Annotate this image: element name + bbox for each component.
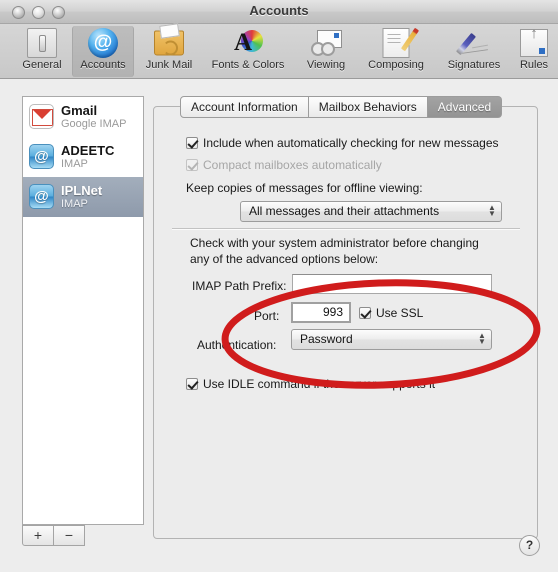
- port-input[interactable]: 993: [291, 302, 351, 323]
- toolbar-label-signatures: Signatures: [447, 59, 501, 71]
- toolbar-item-junk-mail[interactable]: Junk Mail: [138, 26, 200, 77]
- account-name: IPLNet: [61, 183, 103, 198]
- authentication-dropdown[interactable]: Password ▲ ▼: [291, 329, 492, 350]
- account-list-item-gmail[interactable]: Gmail Google IMAP: [23, 97, 143, 137]
- help-button[interactable]: ?: [519, 535, 540, 556]
- account-name: ADEETC: [61, 143, 115, 158]
- account-list-item-adeetc[interactable]: @ ADEETC IMAP: [23, 137, 143, 177]
- toolbar-item-viewing[interactable]: Viewing: [296, 26, 356, 77]
- chevron-updown-icon: ▲ ▼: [478, 331, 486, 346]
- account-type: Google IMAP: [61, 118, 127, 130]
- toolbar-label-rules: Rules: [519, 59, 549, 71]
- imap-path-prefix-input[interactable]: [292, 274, 492, 294]
- composing-icon: [358, 27, 434, 59]
- checkbox-box: [359, 307, 371, 319]
- chevron-updown-icon: ▲ ▼: [488, 203, 496, 218]
- toolbar-label-composing: Composing: [368, 59, 424, 71]
- use-idle-checkbox[interactable]: Use IDLE command if the server supports …: [186, 377, 435, 391]
- checkbox-box: [186, 137, 198, 149]
- toolbar-item-fonts-colors[interactable]: A Fonts & Colors: [202, 26, 294, 77]
- toolbar-item-composing[interactable]: Composing: [358, 26, 434, 77]
- tab-mailbox-behaviors[interactable]: Mailbox Behaviors: [308, 96, 428, 118]
- accounts-list[interactable]: Gmail Google IMAP @ ADEETC IMAP @ IPLNet…: [22, 96, 144, 525]
- admin-warning-line1: Check with your system administrator bef…: [190, 236, 479, 250]
- gmail-icon: [29, 104, 54, 129]
- toolbar-item-general[interactable]: General: [14, 26, 70, 77]
- general-icon: [14, 27, 70, 59]
- section-divider: [172, 228, 520, 230]
- port-label: Port:: [254, 309, 280, 323]
- toolbar-item-rules[interactable]: ↑ Rules: [512, 25, 556, 77]
- use-ssl-checkbox[interactable]: Use SSL: [359, 306, 423, 320]
- tab-account-information[interactable]: Account Information: [180, 96, 309, 118]
- admin-warning-line2: any of the advanced options below:: [190, 252, 379, 266]
- add-account-button[interactable]: +: [22, 525, 54, 546]
- keep-copies-value: All messages and their attachments: [249, 204, 440, 218]
- viewing-icon: [296, 27, 356, 59]
- toolbar-label-general: General: [22, 59, 62, 71]
- at-account-icon: @: [29, 184, 54, 209]
- at-account-icon: @: [29, 144, 54, 169]
- toolbar-label-junk-mail: Junk Mail: [145, 59, 193, 71]
- signatures-icon: [436, 27, 512, 59]
- compact-mailboxes-checkbox: Compact mailboxes automatically: [186, 158, 382, 172]
- rules-icon: ↑: [512, 25, 556, 59]
- account-name: Gmail: [61, 103, 98, 118]
- use-ssl-label: Use SSL: [376, 306, 424, 320]
- toolbar-label-fonts-colors: Fonts & Colors: [211, 59, 285, 71]
- use-idle-label: Use IDLE command if the server supports …: [203, 377, 436, 391]
- preferences-body: Gmail Google IMAP @ ADEETC IMAP @ IPLNet…: [0, 79, 558, 572]
- keep-copies-dropdown[interactable]: All messages and their attachments ▲ ▼: [240, 201, 502, 222]
- toolbar-item-signatures[interactable]: Signatures: [436, 26, 512, 77]
- junk-mail-icon: [138, 27, 200, 59]
- toolbar-label-viewing: Viewing: [306, 59, 346, 71]
- include-auto-check-checkbox[interactable]: Include when automatically checking for …: [186, 136, 499, 150]
- account-type: IMAP: [61, 158, 88, 170]
- preferences-toolbar: General @ Accounts Junk Mail A Fonts & C…: [0, 24, 558, 79]
- accounts-list-buttons: + −: [22, 525, 144, 546]
- compact-mailboxes-label: Compact mailboxes automatically: [203, 158, 382, 172]
- imap-path-prefix-label: IMAP Path Prefix:: [192, 279, 287, 293]
- account-tab-bar: Account Information Mailbox Behaviors Ad…: [180, 96, 503, 118]
- remove-account-button[interactable]: −: [53, 525, 85, 546]
- toolbar-item-accounts[interactable]: @ Accounts: [72, 26, 134, 77]
- account-type: IMAP: [61, 198, 88, 210]
- window-title: Accounts: [249, 3, 309, 18]
- authentication-value: Password: [300, 332, 353, 346]
- keep-copies-label: Keep copies of messages for offline view…: [186, 181, 423, 195]
- authentication-label: Authentication:: [197, 338, 277, 352]
- accounts-preferences-window: Accounts General @ Accounts Junk Mail A …: [0, 0, 558, 572]
- include-auto-check-label: Include when automatically checking for …: [203, 136, 499, 150]
- fonts-colors-icon: A: [202, 27, 294, 59]
- tab-advanced[interactable]: Advanced: [427, 96, 503, 118]
- checkbox-box: [186, 378, 198, 390]
- checkbox-box: [186, 159, 198, 171]
- account-list-item-iplnet[interactable]: @ IPLNet IMAP: [23, 177, 143, 217]
- toolbar-label-accounts: Accounts: [80, 59, 126, 71]
- title-bar: Accounts: [0, 0, 558, 24]
- at-sphere-icon: @: [73, 27, 133, 59]
